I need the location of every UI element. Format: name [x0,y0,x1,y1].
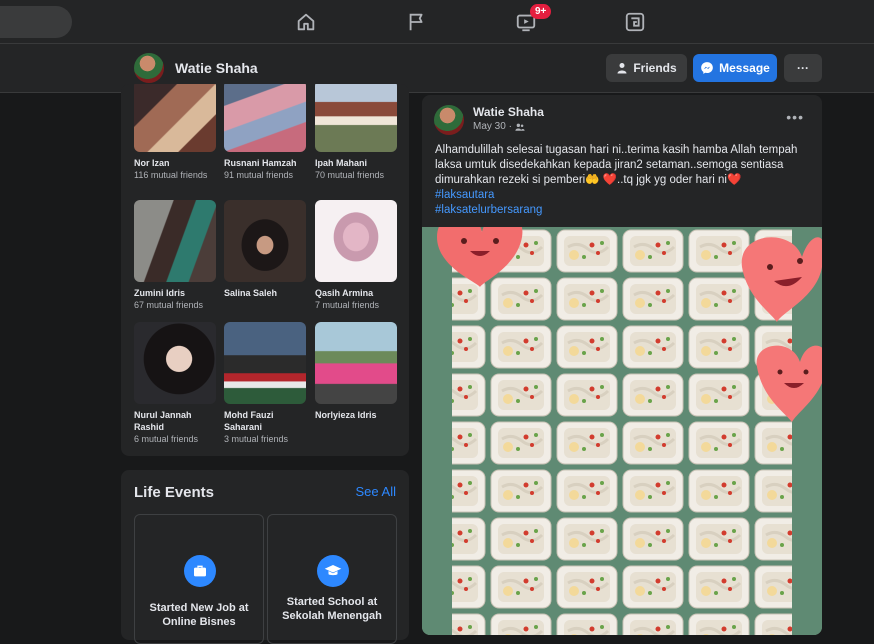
message-button[interactable]: Message [693,54,777,82]
avatar[interactable] [134,53,164,83]
mutual-friends-count: 7 mutual friends [315,300,380,310]
friend-photo[interactable] [315,84,397,152]
person-icon [617,63,627,74]
friends-button-label: Friends [633,61,677,75]
top-navigation-bar: 9+ [0,0,874,44]
life-event-tile[interactable]: Started New Job at Online Bisnes [134,514,264,644]
mutual-friends-count: 6 mutual friends [134,434,199,444]
mutual-friends-count: 3 mutual friends [224,434,289,444]
friend-name[interactable]: Nor Izan [134,157,216,169]
life-event-label: Started School at Sekolah Menengah [282,596,382,622]
friend-tile[interactable]: Zumini Idris 67 mutual friends [134,200,216,311]
friends-button[interactable]: Friends [606,54,687,82]
friends-card: Nor Izan 116 mutual friends Rusnani Hamz… [121,84,409,456]
graduation-cap-icon [317,555,349,587]
friend-name[interactable]: Qasih Armina [315,287,397,299]
laksa-containers-photo [422,227,822,635]
more-options-button[interactable]: ··· [784,54,822,82]
friend-photo[interactable] [224,322,306,404]
friend-photo[interactable] [224,200,306,282]
more-icon: ··· [797,61,809,75]
life-event-label: Started New Job at Online Bisnes [149,602,249,628]
see-all-link[interactable]: See All [356,484,396,499]
friend-photo[interactable] [134,84,216,152]
section-title: Life Events [134,484,215,501]
friend-tile[interactable]: Mohd Fauzi Saharani 3 mutual friends [224,322,306,445]
life-event-tile[interactable]: Started School at Sekolah Menengah [267,514,397,644]
hashtag-link[interactable]: #laksatelurbersarang [435,203,815,218]
friend-name[interactable]: Zumini Idris [134,287,216,299]
post-photo[interactable] [422,227,822,635]
mutual-friends-count: 91 mutual friends [224,170,294,180]
friend-name[interactable]: Norlyieza Idris [315,409,397,421]
watch-icon[interactable]: 9+ [506,4,552,38]
friend-photo[interactable] [315,200,397,282]
post-author[interactable]: Watie Shaha [473,105,544,119]
post-body: Alhamdulillah selesai tugasan hari ni..t… [435,143,815,218]
friend-photo[interactable] [315,322,397,404]
friend-tile[interactable]: Nurul Jannah Rashid 6 mutual friends [134,322,216,445]
friend-photo[interactable] [224,84,306,152]
post-text: Alhamdulillah selesai tugasan hari ni..t… [435,144,798,186]
messenger-icon [701,62,713,74]
notification-badge: 9+ [530,4,552,19]
friend-tile[interactable]: Salina Saleh [224,200,306,300]
friend-name[interactable]: Ipah Mahani [315,157,397,169]
gaming-icon[interactable] [615,6,655,38]
avatar[interactable] [434,105,464,135]
hashtag-link[interactable]: #laksautara [435,188,815,203]
post-card: Watie Shaha May 30 · ••• Alhamdulillah s… [422,95,822,635]
friend-tile[interactable]: Ipah Mahani 70 mutual friends [315,84,397,181]
post-meta: May 30 · [473,121,525,132]
friend-photo[interactable] [134,200,216,282]
profile-name[interactable]: Watie Shaha [175,60,258,76]
friends-audience-icon [515,123,525,131]
flag-icon[interactable] [397,6,437,38]
friend-name[interactable]: Salina Saleh [224,287,306,299]
mutual-friends-count: 116 mutual friends [134,170,208,180]
friend-name[interactable]: Mohd Fauzi Saharani [224,409,306,433]
friend-photo[interactable] [134,322,216,404]
post-date[interactable]: May 30 · [473,121,512,132]
home-icon[interactable] [286,6,326,38]
friend-tile[interactable]: Nor Izan 116 mutual friends [134,84,216,181]
friend-tile[interactable]: Qasih Armina 7 mutual friends [315,200,397,311]
mutual-friends-count: 70 mutual friends [315,170,385,180]
post-options-button[interactable]: ••• [786,109,804,125]
mutual-friends-count: 67 mutual friends [134,300,204,310]
message-button-label: Message [719,61,770,75]
friend-tile[interactable]: Norlyieza Idris [315,322,397,422]
briefcase-icon [184,555,216,587]
search-input[interactable] [0,6,72,38]
friend-name[interactable]: Rusnani Hamzah [224,157,306,169]
friend-tile[interactable]: Rusnani Hamzah 91 mutual friends [224,84,306,181]
friend-name[interactable]: Nurul Jannah Rashid [134,409,216,433]
life-events-card: Life Events See All Started New Job at O… [121,470,409,644]
